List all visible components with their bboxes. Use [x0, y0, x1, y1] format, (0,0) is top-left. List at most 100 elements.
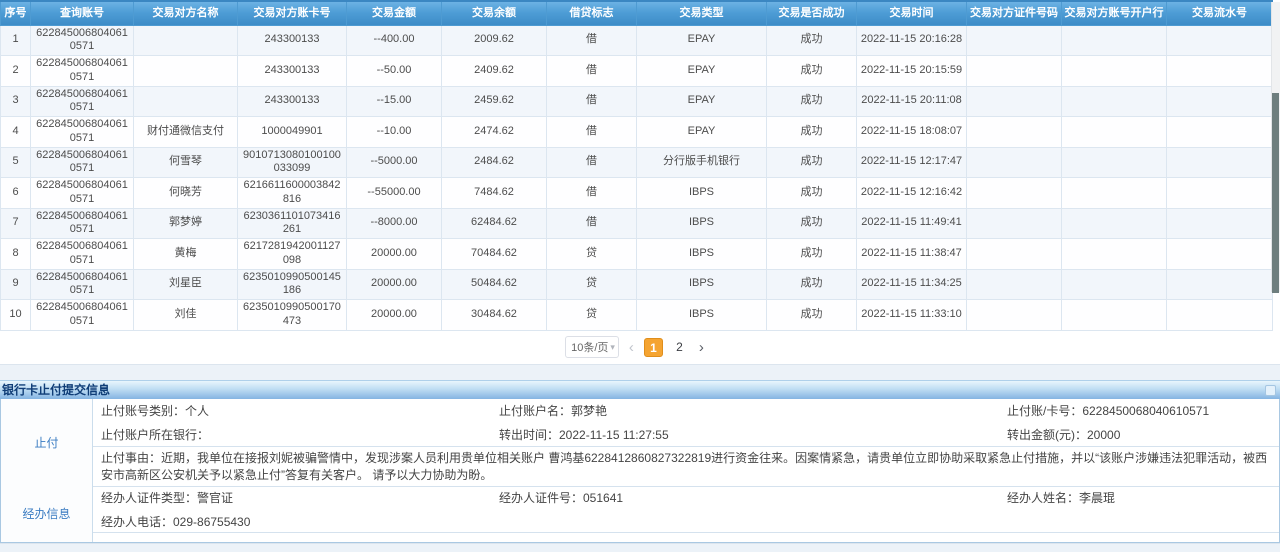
table-cell: 成功 [767, 86, 857, 117]
screen: 序号查询账号交易对方名称交易对方账卡号交易金额交易余额借贷标志交易类型交易是否成… [0, 0, 1280, 552]
column-header: 交易类型 [637, 1, 767, 25]
table-cell: 30484.62 [442, 300, 547, 331]
transfer-out-time: 转出时间：2022-11-15 11:27:55 [491, 426, 999, 443]
table-cell: 9010713080100100033099 [238, 147, 347, 178]
table-cell [1167, 147, 1273, 178]
table-cell: 成功 [767, 117, 857, 148]
table-cell: 何雪琴 [134, 147, 238, 178]
table-cell: 9 [1, 269, 31, 300]
table-cell: 成功 [767, 300, 857, 331]
transactions-table: 序号查询账号交易对方名称交易对方账卡号交易金额交易余额借贷标志交易类型交易是否成… [0, 0, 1273, 331]
table-cell [967, 117, 1062, 148]
table-cell: --5000.00 [347, 147, 442, 178]
stop-card-number: 止付账/卡号：6228450068040610571 [999, 402, 1279, 419]
table-cell: 6228450068040610571 [31, 56, 134, 87]
table-cell: 20000.00 [347, 300, 442, 331]
table-cell: --55000.00 [347, 178, 442, 209]
table-cell [1167, 178, 1273, 209]
table-cell [1062, 25, 1167, 56]
table-cell [134, 86, 238, 117]
table-cell: 6235010990500170473 [238, 300, 347, 331]
table-cell: 6217281942001127098 [238, 239, 347, 270]
table-row: 36228450068040610571243300133--15.002459… [1, 86, 1273, 117]
transactions-header-row: 序号查询账号交易对方名称交易对方账卡号交易金额交易余额借贷标志交易类型交易是否成… [1, 1, 1273, 25]
table-cell: 7 [1, 208, 31, 239]
table-cell: 70484.62 [442, 239, 547, 270]
table-cell: 6228450068040610571 [31, 178, 134, 209]
table-cell: --8000.00 [347, 208, 442, 239]
table-cell: 20000.00 [347, 269, 442, 300]
table-cell [1167, 239, 1273, 270]
scrollbar-track[interactable] [1271, 2, 1280, 292]
officer-name: 经办人姓名：李晨琨 [999, 489, 1279, 506]
table-cell [967, 56, 1062, 87]
table-cell: 分行版手机银行 [637, 147, 767, 178]
chevron-down-icon: ▾ [610, 342, 615, 353]
table-cell: EPAY [637, 56, 767, 87]
table-cell: 成功 [767, 147, 857, 178]
table-cell [1062, 86, 1167, 117]
table-cell [134, 56, 238, 87]
table-cell: 2022-11-15 11:33:10 [857, 300, 967, 331]
table-cell: 刘星臣 [134, 269, 238, 300]
table-row: 86228450068040610571黄梅621728194200112709… [1, 239, 1273, 270]
table-cell: 2022-11-15 20:11:08 [857, 86, 967, 117]
table-cell: 6216611600003842816 [238, 178, 347, 209]
column-header: 序号 [1, 1, 31, 25]
table-cell: 成功 [767, 25, 857, 56]
table-cell: 贷 [547, 239, 637, 270]
next-page-button[interactable]: › [696, 339, 707, 356]
table-cell [967, 25, 1062, 56]
table-row: 56228450068040610571何雪琴90107130801001000… [1, 147, 1273, 178]
column-header: 交易流水号 [1167, 1, 1273, 25]
table-cell: 成功 [767, 239, 857, 270]
table-cell: 7484.62 [442, 178, 547, 209]
table-cell: 6230361101073416261 [238, 208, 347, 239]
table-cell [134, 25, 238, 56]
table-cell: IBPS [637, 239, 767, 270]
stop-account-category: 止付账号类别：个人 [93, 402, 491, 419]
table-cell: 2022-11-15 18:08:07 [857, 117, 967, 148]
collapse-icon[interactable] [1265, 385, 1276, 396]
table-cell [967, 300, 1062, 331]
table-cell: 2022-11-15 11:34:25 [857, 269, 967, 300]
table-cell: 5 [1, 147, 31, 178]
section-gap [0, 543, 1280, 552]
table-cell: 6228450068040610571 [31, 147, 134, 178]
table-cell [967, 269, 1062, 300]
page-size-select[interactable]: 10条/页 ▾ [565, 336, 619, 358]
page-1-button[interactable]: 1 [644, 338, 663, 357]
table-cell [1062, 147, 1167, 178]
table-cell: 借 [547, 147, 637, 178]
table-cell: 借 [547, 56, 637, 87]
table-cell [1062, 178, 1167, 209]
officer-cert-number: 经办人证件号：051641 [491, 489, 999, 506]
table-cell: --400.00 [347, 25, 442, 56]
table-cell: 6228450068040610571 [31, 239, 134, 270]
column-header: 交易对方证件号码 [967, 1, 1062, 25]
prev-page-button[interactable]: ‹ [626, 339, 637, 356]
table-cell: 3 [1, 86, 31, 117]
officer-phone: 经办人电话：029-86755430 [93, 513, 491, 530]
table-cell: 黄梅 [134, 239, 238, 270]
column-header: 交易对方账卡号 [238, 1, 347, 25]
table-cell: 243300133 [238, 86, 347, 117]
table-cell: IBPS [637, 178, 767, 209]
table-cell: 成功 [767, 208, 857, 239]
table-cell: 10 [1, 300, 31, 331]
table-cell: 贷 [547, 300, 637, 331]
pagination: 10条/页 ▾ ‹ 12 › [0, 331, 1272, 364]
table-cell: IBPS [637, 269, 767, 300]
table-cell [967, 178, 1062, 209]
table-cell: 62484.62 [442, 208, 547, 239]
stop-payment-reason: 止付事由：近期，我单位在接报刘妮被骗警情中，发现涉案人员利用贵单位相关账户 曹鸿… [93, 446, 1279, 486]
table-cell: 6228450068040610571 [31, 208, 134, 239]
table-cell: 成功 [767, 56, 857, 87]
stop-account-name: 止付账户名：郭梦艳 [491, 402, 999, 419]
table-cell [1062, 300, 1167, 331]
table-cell: IBPS [637, 208, 767, 239]
table-cell [967, 239, 1062, 270]
table-cell: EPAY [637, 86, 767, 117]
scrollbar-thumb[interactable] [1272, 93, 1279, 293]
page-2-button[interactable]: 2 [670, 338, 689, 357]
